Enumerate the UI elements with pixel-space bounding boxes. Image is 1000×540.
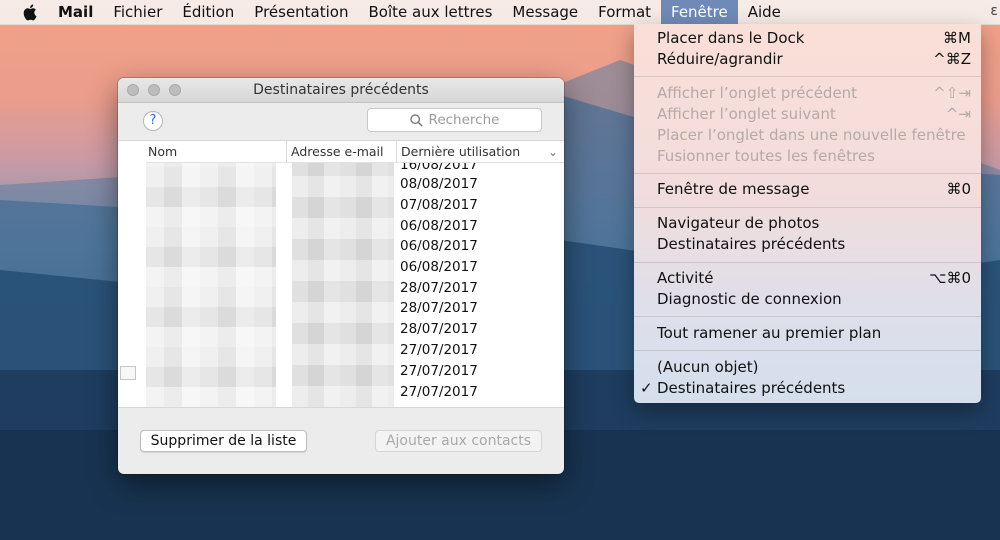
search-field[interactable]: Recherche [367, 108, 542, 132]
table-row[interactable]: 06/08/2017 [118, 238, 564, 259]
sort-chevron-icon: ⌄ [547, 145, 558, 159]
menu-item-label: (Aucun objet) [657, 358, 759, 376]
window-titlebar[interactable]: Destinataires précédents [118, 78, 564, 103]
menu-item-onglet-precedent[interactable]: Afficher l’onglet précédent ^⇧⇥ [657, 83, 971, 104]
menu-fenetre[interactable]: Fenêtre [661, 0, 738, 24]
menu-shortcut: ⌘0 [946, 180, 971, 198]
menu-item-aucun-objet[interactable]: (Aucun objet) [657, 357, 971, 378]
menu-boite-aux-lettres[interactable]: Boîte aux lettres [359, 0, 503, 24]
column-header-email[interactable]: Adresse e-mail [286, 141, 396, 163]
menu-item-label: Navigateur de photos [657, 214, 820, 232]
menu-separator [634, 173, 981, 174]
search-icon [409, 113, 423, 127]
date-cell: 27/07/2017 [400, 342, 478, 358]
date-cell: 06/08/2017 [400, 259, 478, 275]
menu-item-label: Placer l’onglet dans une nouvelle fenêtr… [657, 126, 966, 144]
menu-item-reduire-agrandir[interactable]: Réduire/agrandir ^⌘Z [657, 49, 971, 70]
add-to-contacts-button[interactable]: Ajouter aux contacts [375, 430, 542, 452]
previous-recipients-window: Destinataires précédents ? Recherche Nom… [118, 78, 564, 474]
help-button[interactable]: ? [143, 111, 163, 131]
menu-app-name[interactable]: Mail [56, 0, 103, 24]
menu-item-tout-ramener[interactable]: Tout ramener au premier plan [657, 323, 971, 344]
date-cell: 07/08/2017 [400, 197, 478, 213]
menu-item-onglet-nouvelle-fenetre[interactable]: Placer l’onglet dans une nouvelle fenêtr… [657, 125, 971, 146]
menu-shortcut: ^⌘Z [933, 50, 971, 68]
menu-separator [634, 350, 981, 351]
date-cell: 27/07/2017 [400, 363, 478, 379]
menu-item-label: Afficher l’onglet précédent [657, 84, 858, 102]
menu-item-label: Diagnostic de connexion [657, 290, 842, 308]
search-placeholder: Recherche [428, 112, 500, 128]
checkmark-icon: ✓ [640, 379, 653, 397]
menu-edition[interactable]: Édition [172, 0, 244, 24]
menu-item-destinataires-precedents[interactable]: Destinataires précédents [657, 234, 971, 255]
menu-aide[interactable]: Aide [738, 0, 791, 24]
column-header-last-used[interactable]: Dernière utilisation ⌄ [396, 141, 564, 163]
menu-message[interactable]: Message [502, 0, 588, 24]
menu-item-activite[interactable]: Activité ⌥⌘0 [657, 268, 971, 289]
menu-shortcut: ⌘M [943, 29, 971, 47]
menu-shortcut: ^⇧⇥ [933, 84, 971, 102]
menu-item-label: Tout ramener au premier plan [657, 324, 882, 342]
menu-item-label: Destinataires précédents [657, 379, 846, 397]
menu-item-label: Fenêtre de message [657, 180, 810, 198]
table-row[interactable]: 08/08/2017 [118, 176, 564, 197]
menu-separator [634, 316, 981, 317]
table-row[interactable]: 07/08/2017 [118, 197, 564, 218]
date-cell: 28/07/2017 [400, 321, 478, 337]
menu-separator [634, 262, 981, 263]
recipients-table[interactable]: Nom Adresse e-mail Dernière utilisation … [118, 140, 564, 408]
table-row[interactable]: 28/07/2017 [118, 300, 564, 321]
window-menu-dropdown: Placer dans le Dock ⌘M Réduire/agrandir … [634, 24, 981, 403]
menu-extra-truncated[interactable]: ε [990, 0, 1000, 24]
date-cell: 16/08/2017 [400, 163, 478, 173]
menu-presentation[interactable]: Présentation [244, 0, 358, 24]
table-row[interactable]: 27/07/2017 [118, 342, 564, 363]
menu-item-label: Activité [657, 269, 714, 287]
table-row[interactable]: 06/08/2017 [118, 259, 564, 280]
date-cell: 06/08/2017 [400, 238, 478, 254]
menu-item-fenetre-de-message[interactable]: Fenêtre de message ⌘0 [657, 179, 971, 200]
remove-from-list-button[interactable]: Supprimer de la liste [140, 430, 307, 452]
menu-item-placer-dans-le-dock[interactable]: Placer dans le Dock ⌘M [657, 28, 971, 49]
menu-bar: Mail Fichier Édition Présentation Boîte … [0, 0, 1000, 25]
menu-item-fusionner-fenetres[interactable]: Fusionner toutes les fenêtres [657, 146, 971, 167]
menu-format[interactable]: Format [588, 0, 661, 24]
contact-card-icon [120, 366, 136, 380]
date-cell: 27/07/2017 [400, 384, 478, 400]
apple-icon[interactable] [23, 3, 39, 21]
date-cell: 08/08/2017 [400, 176, 478, 192]
table-rows: 16/08/2017 08/08/2017 07/08/2017 06/08/2… [118, 163, 564, 407]
menu-item-navigateur-de-photos[interactable]: Navigateur de photos [657, 213, 971, 234]
menu-item-label: Fusionner toutes les fenêtres [657, 147, 875, 165]
table-row[interactable]: 06/08/2017 [118, 218, 564, 239]
table-row[interactable]: 27/07/2017 [118, 384, 564, 405]
menu-item-destinataires-precedents-window[interactable]: ✓ Destinataires précédents [640, 378, 971, 399]
menu-item-diagnostic-de-connexion[interactable]: Diagnostic de connexion [657, 289, 971, 310]
menu-separator [634, 76, 981, 77]
table-row[interactable]: 28/07/2017 [118, 280, 564, 301]
menu-fichier[interactable]: Fichier [103, 0, 172, 24]
menu-separator [634, 207, 981, 208]
menu-shortcut: ^⇥ [945, 105, 971, 123]
menu-item-onglet-suivant[interactable]: Afficher l’onglet suivant ^⇥ [657, 104, 971, 125]
date-cell: 28/07/2017 [400, 280, 478, 296]
window-title: Destinataires précédents [253, 82, 429, 98]
column-header-name[interactable]: Nom [146, 141, 286, 163]
table-row[interactable]: 28/07/2017 [118, 321, 564, 342]
menu-item-label: Réduire/agrandir [657, 50, 783, 68]
table-row[interactable]: 27/07/2017 [118, 363, 564, 384]
date-cell: 28/07/2017 [400, 300, 478, 316]
menu-item-label: Destinataires précédents [657, 235, 846, 253]
menu-item-label: Placer dans le Dock [657, 29, 805, 47]
date-cell: 06/08/2017 [400, 218, 478, 234]
menu-shortcut: ⌥⌘0 [929, 269, 971, 287]
menu-item-label: Afficher l’onglet suivant [657, 105, 836, 123]
column-header-last-used-label: Dernière utilisation [401, 144, 521, 159]
